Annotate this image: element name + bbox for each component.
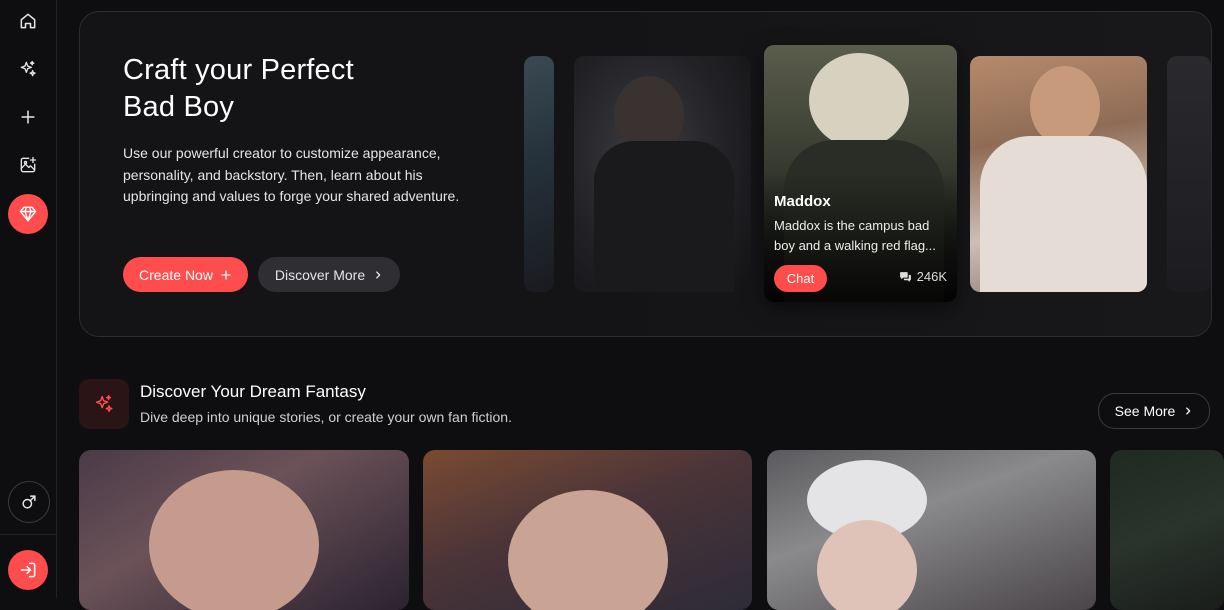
sidebar-item-home[interactable] xyxy=(8,1,48,41)
login-icon xyxy=(20,562,36,578)
hero-title: Craft your Perfect Bad Boy xyxy=(123,54,354,123)
chevron-right-icon xyxy=(1186,407,1191,415)
sparkles-icon xyxy=(20,60,36,77)
sidebar xyxy=(0,0,57,598)
image-add-icon xyxy=(20,156,37,173)
story-card[interactable] xyxy=(79,450,409,610)
character-name: Maddox xyxy=(774,193,831,210)
chevron-right-icon xyxy=(376,270,381,279)
sidebar-item-sparkles[interactable] xyxy=(8,49,48,89)
section-subtitle: Dive deep into unique stories, or create… xyxy=(140,409,512,425)
hero-banner: Craft your Perfect Bad Boy Use our power… xyxy=(79,11,1212,337)
character-portrait xyxy=(149,470,319,610)
section-icon-badge xyxy=(79,379,129,429)
see-more-label: See More xyxy=(1114,403,1176,419)
character-card[interactable] xyxy=(970,56,1147,292)
section-title: Discover Your Dream Fantasy xyxy=(140,382,366,401)
hero-description: Use our powerful creator to customize ap… xyxy=(123,145,460,204)
story-card[interactable] xyxy=(1110,450,1224,610)
character-portrait xyxy=(980,136,1147,292)
chat-button[interactable]: Chat xyxy=(774,265,827,292)
male-gender-icon xyxy=(22,495,36,509)
chat-label: Chat xyxy=(786,271,815,286)
create-now-button[interactable]: Create Now xyxy=(123,257,248,292)
character-card[interactable] xyxy=(1167,56,1211,292)
character-portrait xyxy=(809,53,909,148)
plus-icon xyxy=(21,110,35,124)
discover-more-button[interactable]: Discover More xyxy=(258,257,400,292)
character-portrait xyxy=(594,141,734,292)
discover-more-label: Discover More xyxy=(274,266,366,283)
character-portrait xyxy=(817,520,917,610)
diamond-icon xyxy=(19,206,37,222)
home-icon xyxy=(20,13,36,29)
plus-icon xyxy=(221,269,231,280)
sidebar-item-gender[interactable] xyxy=(8,481,50,523)
character-description: Maddox is the campus bad boy and a walki… xyxy=(774,218,936,253)
sidebar-item-login[interactable] xyxy=(8,550,48,590)
chat-count-value: 246K xyxy=(916,269,947,284)
character-card[interactable] xyxy=(574,56,751,292)
sidebar-item-gallery[interactable] xyxy=(8,145,48,185)
featured-character-card[interactable]: Maddox Maddox is the campus bad boy and … xyxy=(764,45,957,302)
sidebar-divider xyxy=(0,534,56,535)
chat-bubbles-icon xyxy=(899,272,911,282)
sparkles-icon xyxy=(95,395,113,413)
sidebar-item-premium[interactable] xyxy=(8,194,48,234)
sidebar-item-create[interactable] xyxy=(8,97,48,137)
character-portrait xyxy=(1030,66,1100,146)
create-now-label: Create Now xyxy=(139,266,213,283)
character-portrait xyxy=(508,490,668,610)
character-card[interactable] xyxy=(524,56,554,292)
see-more-button[interactable]: See More xyxy=(1098,393,1210,429)
story-card[interactable] xyxy=(423,450,752,610)
chat-count: 246K xyxy=(899,269,947,284)
story-card[interactable] xyxy=(767,450,1096,610)
